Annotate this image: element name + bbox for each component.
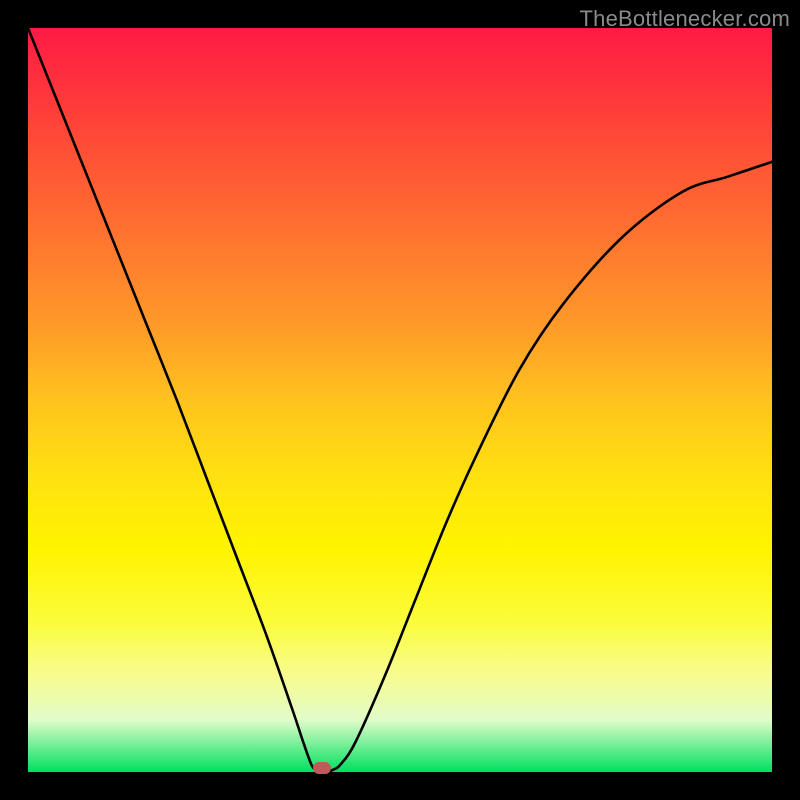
watermark-text: TheBottlenecker.com bbox=[580, 6, 790, 32]
chart-frame: TheBottlenecker.com bbox=[0, 0, 800, 800]
curve-svg bbox=[28, 28, 772, 772]
optimal-point-marker bbox=[313, 762, 331, 774]
bottleneck-curve bbox=[28, 28, 772, 772]
plot-area bbox=[28, 28, 772, 772]
